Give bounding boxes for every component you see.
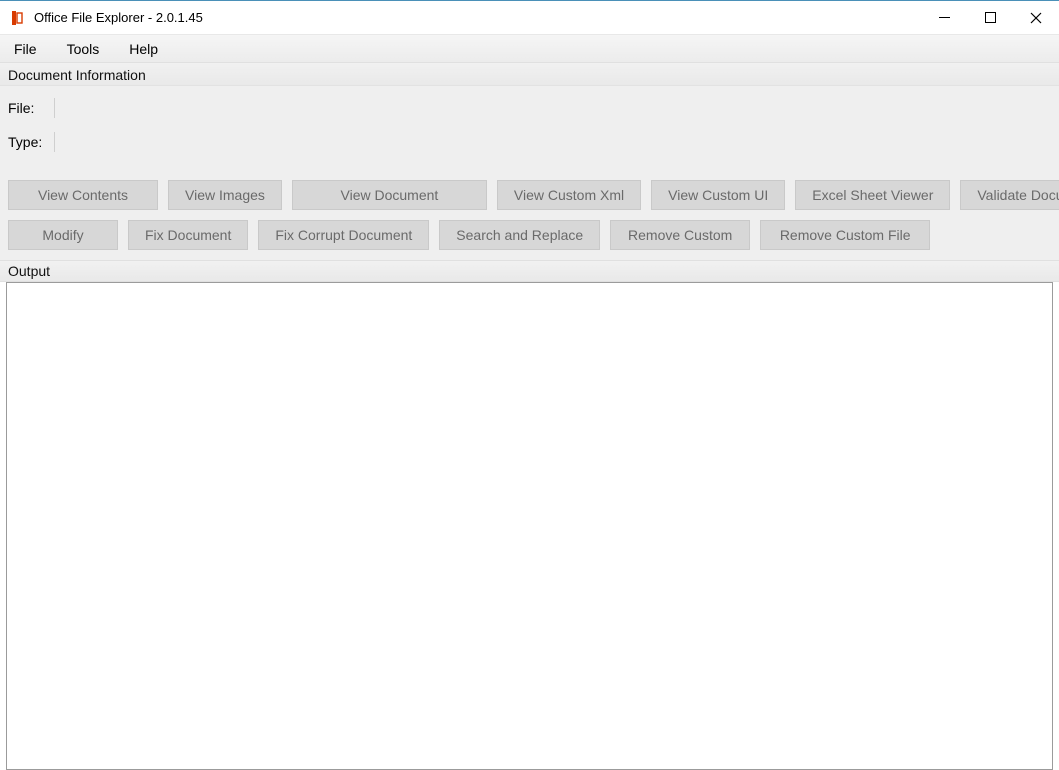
- fix-document-button[interactable]: Fix Document: [128, 220, 248, 250]
- view-custom-ui-button[interactable]: View Custom UI: [651, 180, 785, 210]
- close-button[interactable]: [1013, 1, 1059, 34]
- remove-custom-file-button[interactable]: Remove Custom File: [760, 220, 930, 250]
- document-information-panel: File: Type:: [0, 86, 1059, 176]
- document-information-header: Document Information: [0, 63, 1059, 86]
- view-images-button[interactable]: View Images: [168, 180, 282, 210]
- menu-help[interactable]: Help: [125, 39, 162, 59]
- separator: [54, 132, 55, 152]
- output-header: Output: [0, 260, 1059, 282]
- search-and-replace-button[interactable]: Search and Replace: [439, 220, 600, 250]
- separator: [54, 98, 55, 118]
- menu-file[interactable]: File: [10, 39, 41, 59]
- view-contents-button[interactable]: View Contents: [8, 180, 158, 210]
- maximize-button[interactable]: [967, 1, 1013, 34]
- button-row-1: View Contents View Images View Document …: [8, 180, 1051, 210]
- output-area[interactable]: [6, 282, 1053, 770]
- remove-custom-button[interactable]: Remove Custom: [610, 220, 750, 250]
- window-controls: [921, 1, 1059, 34]
- view-document-button[interactable]: View Document: [292, 180, 487, 210]
- titlebar: Office File Explorer - 2.0.1.45: [0, 1, 1059, 35]
- app-icon: [8, 9, 26, 27]
- minimize-button[interactable]: [921, 1, 967, 34]
- view-custom-xml-button[interactable]: View Custom Xml: [497, 180, 641, 210]
- action-buttons: View Contents View Images View Document …: [0, 176, 1059, 260]
- fix-corrupt-document-button[interactable]: Fix Corrupt Document: [258, 220, 429, 250]
- file-label: File:: [8, 100, 44, 116]
- menubar: File Tools Help: [0, 35, 1059, 63]
- file-row: File:: [8, 98, 1051, 118]
- menu-tools[interactable]: Tools: [63, 39, 104, 59]
- excel-sheet-viewer-button[interactable]: Excel Sheet Viewer: [795, 180, 950, 210]
- button-row-2: Modify Fix Document Fix Corrupt Document…: [8, 220, 1051, 250]
- modify-button[interactable]: Modify: [8, 220, 118, 250]
- validate-document-button[interactable]: Validate Document: [960, 180, 1059, 210]
- type-label: Type:: [8, 134, 44, 150]
- type-row: Type:: [8, 132, 1051, 152]
- window-title: Office File Explorer - 2.0.1.45: [34, 10, 203, 25]
